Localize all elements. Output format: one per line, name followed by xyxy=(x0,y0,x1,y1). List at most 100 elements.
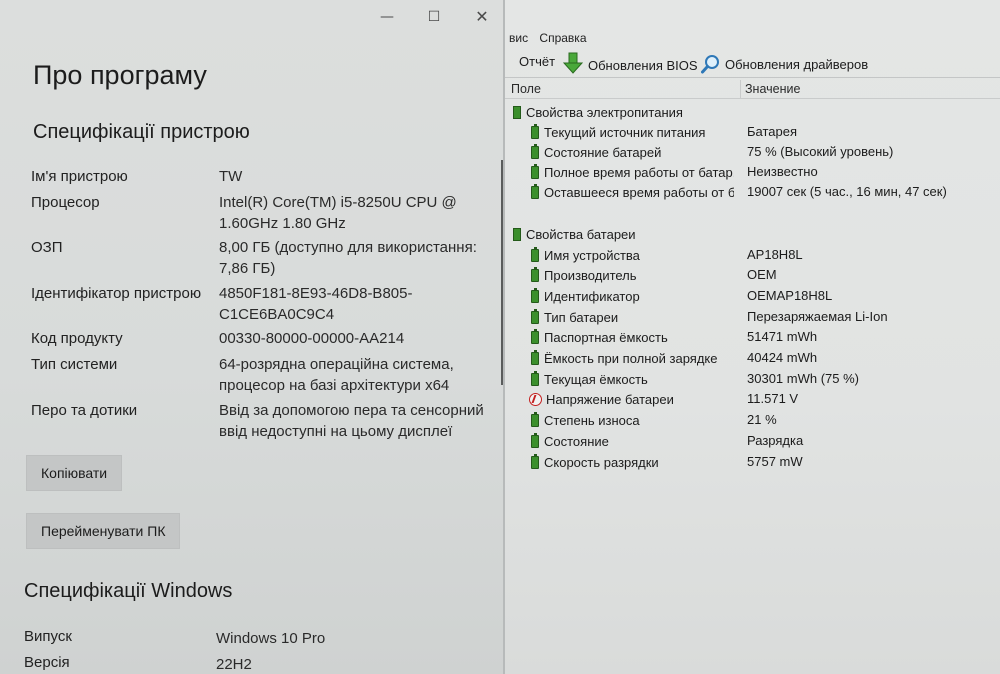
item-name: Полное время работы от батар... xyxy=(544,164,734,180)
list-item[interactable]: Состояние xyxy=(529,431,734,451)
item-value: AP18H8L xyxy=(747,247,803,262)
green-down-arrow-icon xyxy=(563,52,583,74)
minimize-icon[interactable]: — xyxy=(375,6,399,28)
item-name: Паспортная ёмкость xyxy=(544,329,668,345)
rename-pc-button[interactable]: Перейменувати ПК xyxy=(26,513,181,549)
battery-icon xyxy=(531,163,539,179)
magnifier-icon xyxy=(701,55,719,74)
group-battery-properties[interactable]: Свойства батареи xyxy=(513,224,636,244)
spec-value-product-id: 00330-80000-00000-AA214 xyxy=(219,330,405,347)
battery-icon xyxy=(531,349,539,365)
voltage-icon xyxy=(529,392,542,406)
list-item[interactable]: Тип батареи xyxy=(529,307,734,327)
spec-value-ram: 8,00 ГБ (доступно для використання: 7,86… xyxy=(219,239,477,277)
item-value: OEM xyxy=(747,267,777,282)
item-name: Идентификатор xyxy=(544,288,640,304)
column-header-field[interactable]: Поле xyxy=(511,82,541,96)
spec-value-processor: Intel(R) Core(TM) i5-8250U CPU @ 1.60GHz… xyxy=(219,194,457,232)
menu-item-help[interactable]: Справка xyxy=(539,31,586,45)
menu-item-view[interactable]: вис xyxy=(509,31,528,45)
battery-group-icon xyxy=(513,105,521,119)
spec-label-pen-touch: Перо та дотики xyxy=(31,402,138,419)
list-item[interactable]: Степень износа xyxy=(529,410,734,430)
spec-label-ram: ОЗП xyxy=(31,239,63,256)
item-name: Ёмкость при полной зарядке xyxy=(544,350,718,366)
battery-icon xyxy=(531,308,539,324)
column-header-value[interactable]: Значение xyxy=(745,82,800,96)
list-item[interactable]: Полное время работы от батар... xyxy=(529,162,734,182)
group-label: Свойства батареи xyxy=(526,226,636,242)
report-button[interactable]: Отчёт xyxy=(519,54,555,69)
battery-icon xyxy=(531,370,539,386)
item-name: Напряжение батареи xyxy=(546,391,674,407)
toolbar: Отчёт Обновления BIOS Обновления драйвер… xyxy=(505,48,1000,78)
battery-icon xyxy=(531,453,539,469)
group-power-properties[interactable]: Свойства электропитания xyxy=(513,102,683,122)
item-name: Степень износа xyxy=(544,412,640,428)
item-name: Состояние батарей xyxy=(544,144,662,160)
list-item[interactable]: Ёмкость при полной зарядке xyxy=(529,348,734,368)
copy-button[interactable]: Копіювати xyxy=(26,455,123,491)
bios-updates-label: Обновления BIOS xyxy=(588,57,698,73)
list-item[interactable]: Производитель xyxy=(529,265,734,285)
item-name: Имя устройства xyxy=(544,247,640,263)
list-item[interactable]: Напряжение батареи xyxy=(529,389,736,409)
spec-label-product-id: Код продукту xyxy=(31,330,123,347)
item-name: Тип батареи xyxy=(544,309,619,325)
driver-updates-button[interactable]: Обновления драйверов xyxy=(701,54,868,74)
list-item[interactable]: Скорость разрядки xyxy=(529,452,734,472)
item-value: 11.571 V xyxy=(747,391,799,406)
spec-label-device-id: Ідентифікатор пристрою xyxy=(31,285,202,302)
item-value: 19007 сек (5 час., 16 мин, 47 сек) xyxy=(747,184,947,199)
item-value: OEMAP18H8L xyxy=(747,288,833,303)
list-item[interactable]: Идентификатор xyxy=(529,286,734,306)
list-item[interactable]: Текущая ёмкость xyxy=(529,369,734,389)
item-value: 30301 mWh (75 %) xyxy=(747,371,859,386)
battery-icon xyxy=(531,183,539,199)
item-value: 5757 mW xyxy=(747,454,803,469)
list-item[interactable]: Текущий источник питания xyxy=(529,122,734,142)
aida64-window: вис Справка Отчёт Обновления BIOS Обновл… xyxy=(503,0,1000,674)
list-item[interactable]: Оставшееся время работы от б... xyxy=(529,182,734,202)
item-name: Текущий источник питания xyxy=(544,124,706,140)
item-value: Неизвестно xyxy=(747,164,818,179)
spec-label-system-type: Тип системи xyxy=(31,356,118,373)
list-item[interactable]: Паспортная ёмкость xyxy=(529,327,734,347)
page-title: Про програму xyxy=(33,60,207,90)
driver-updates-label: Обновления драйверов xyxy=(725,56,869,72)
spec-label-device-name: Ім'я пристрою xyxy=(31,168,128,185)
spec-label-edition: Випуск xyxy=(24,628,72,645)
spec-label-processor: Процесор xyxy=(31,194,100,211)
maximize-icon[interactable]: ☐ xyxy=(422,6,446,28)
menu-bar: вис Справка xyxy=(509,31,595,45)
spec-value-pen-touch: Ввід за допомогою пера та сенсорний ввід… xyxy=(219,402,484,440)
bios-updates-button[interactable]: Обновления BIOS xyxy=(563,52,698,76)
item-value: 75 % (Высокий уровень) xyxy=(747,144,894,159)
device-specs-title: Специфікації пристрою xyxy=(33,121,250,143)
item-name: Производитель xyxy=(544,267,637,283)
battery-icon xyxy=(531,432,539,448)
spec-value-device-id: 4850F181-8E93-46D8-B805- C1CE6BA0C9C4 xyxy=(219,285,413,323)
spec-value-edition: Windows 10 Pro xyxy=(216,630,326,647)
battery-icon xyxy=(531,287,539,303)
battery-icon xyxy=(531,123,539,139)
header-divider xyxy=(505,98,1000,99)
item-name: Скорость разрядки xyxy=(544,454,659,470)
battery-icon xyxy=(531,328,539,344)
item-value: 51471 mWh xyxy=(747,329,818,344)
battery-icon xyxy=(531,246,539,262)
battery-icon xyxy=(531,411,539,427)
column-divider[interactable] xyxy=(740,80,741,98)
item-name: Состояние xyxy=(544,433,609,449)
spec-value-system-type: 64-розрядна операційна система, процесор… xyxy=(219,356,454,394)
item-name: Оставшееся время работы от б... xyxy=(544,184,734,200)
battery-group-icon xyxy=(513,227,521,241)
group-label: Свойства электропитания xyxy=(526,104,683,120)
list-item[interactable]: Имя устройства xyxy=(529,245,734,265)
close-icon[interactable]: ✕ xyxy=(470,6,494,28)
item-value: Разрядка xyxy=(747,433,804,448)
spec-value-device-name: TW xyxy=(219,168,243,185)
item-value: Батарея xyxy=(747,124,798,139)
list-item[interactable]: Состояние батарей xyxy=(529,142,734,162)
battery-icon xyxy=(531,143,539,159)
